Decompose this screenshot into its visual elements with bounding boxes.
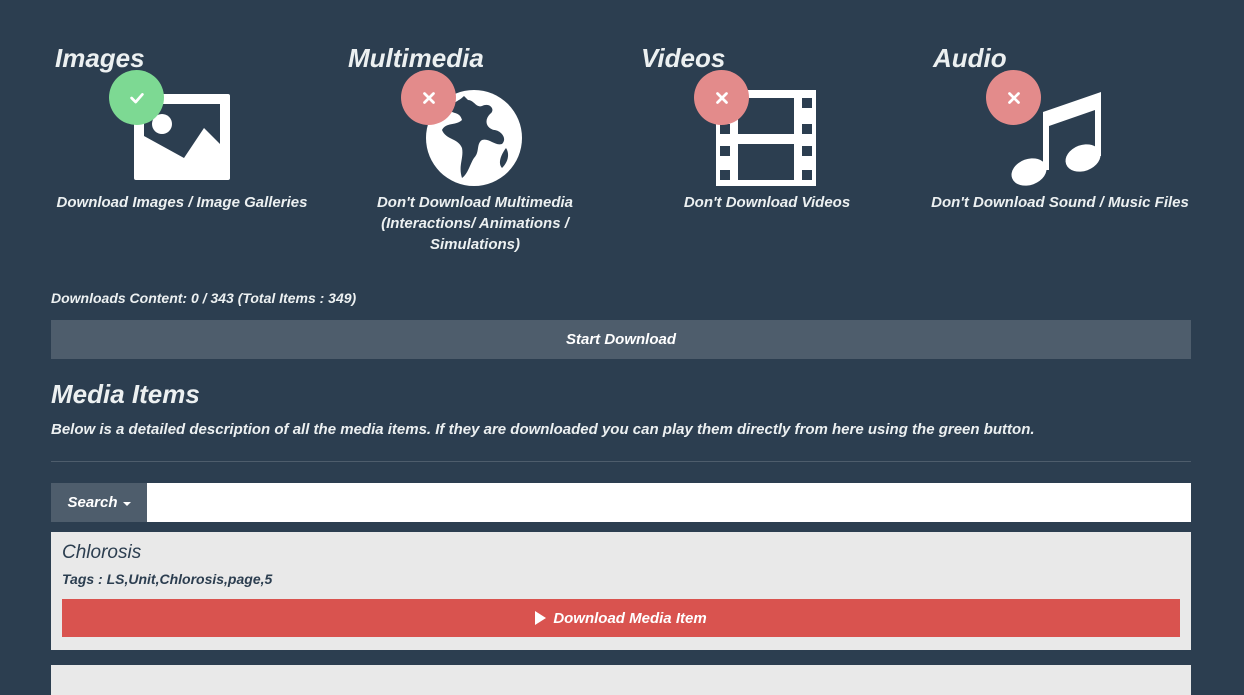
category-videos: Videos Don't Download Videos xyxy=(641,42,901,262)
search-button-label: Search xyxy=(67,494,118,511)
category-audio: Audio Don't Download Sound / Music Files xyxy=(931,42,1193,262)
media-items-description: Below is a detailed description of all t… xyxy=(51,421,1035,438)
category-description: Download Images / Image Galleries xyxy=(56,194,308,211)
category-description: Don't Download Multimedia (Interactions/… xyxy=(376,194,574,253)
search-dropdown-button[interactable]: Search xyxy=(51,483,147,522)
media-item xyxy=(51,665,1191,695)
audio-toggle-badge[interactable] xyxy=(986,70,1041,125)
category-title: Videos xyxy=(641,43,726,73)
images-toggle-badge[interactable] xyxy=(109,70,164,125)
category-title: Multimedia xyxy=(348,43,484,73)
downloads-counter: Downloads Content: 0 / 343 (Total Items … xyxy=(51,290,357,306)
play-icon xyxy=(535,611,547,625)
search-input[interactable] xyxy=(147,483,1191,522)
download-media-item-button[interactable]: Download Media Item xyxy=(62,599,1180,637)
media-item-tags: Tags : LS,Unit,Chlorosis,page,5 xyxy=(62,571,273,587)
category-title: Images xyxy=(55,43,145,73)
category-description: Don't Download Videos xyxy=(683,194,851,211)
close-icon xyxy=(1007,91,1020,104)
media-item: Chlorosis Tags : LS,Unit,Chlorosis,page,… xyxy=(51,532,1191,650)
videos-toggle-badge[interactable] xyxy=(694,70,749,125)
media-items-title: Media Items xyxy=(51,379,200,409)
multimedia-toggle-badge[interactable] xyxy=(401,70,456,125)
close-icon xyxy=(715,91,728,104)
start-download-button[interactable]: Start Download xyxy=(51,320,1191,359)
search-bar: Search xyxy=(51,483,1191,522)
check-icon xyxy=(129,92,144,103)
category-title: Audio xyxy=(933,43,1007,73)
media-item-name: Chlorosis xyxy=(62,542,142,563)
category-images: Images Download Images / Image Galleries xyxy=(55,42,315,262)
divider xyxy=(51,461,1191,462)
download-media-item-label: Download Media Item xyxy=(553,609,707,627)
caret-down-icon xyxy=(122,501,131,506)
category-multimedia: Multimedia Don't Download Multimedia (In… xyxy=(348,42,608,262)
category-description: Don't Download Sound / Music Files xyxy=(931,194,1189,211)
close-icon xyxy=(422,91,435,104)
